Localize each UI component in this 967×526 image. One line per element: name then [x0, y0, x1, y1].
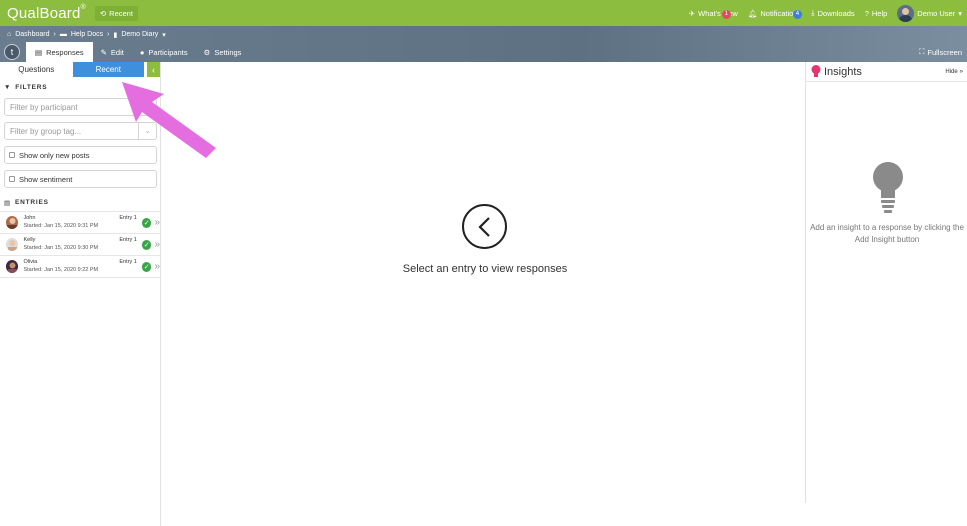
chevron-right-icon: › — [107, 31, 110, 38]
show-sentiment-label: Show sentiment — [19, 174, 73, 184]
insights-empty-message: Add an insight to a response by clicking… — [810, 223, 964, 244]
edit-icon: ✎ — [100, 47, 107, 57]
caret-down-icon: ▾ — [958, 8, 962, 18]
lightbulb-icon — [811, 65, 821, 77]
check-circle-icon: ✓ — [141, 239, 152, 250]
empty-state-message: Select an entry to view responses — [402, 263, 568, 275]
user-avatar — [897, 4, 915, 22]
check-circle-icon: ✓ — [141, 261, 152, 272]
tab-participants[interactable]: ● Participants — [132, 42, 196, 62]
entry-started-date: Started: Jan 15, 2020 9:30 PM — [23, 245, 99, 251]
help-button[interactable]: ? Help — [860, 9, 893, 18]
tab-questions[interactable]: Questions — [0, 62, 73, 77]
double-chevron-right-icon[interactable]: » — [154, 239, 160, 250]
breadcrumb: ⌂ Dashboard › ▬ Help Docs › ▮ Demo Diary… — [7, 29, 166, 40]
entry-label: Entry 1 — [119, 215, 137, 221]
entries-heading-label: ENTRIES — [14, 199, 49, 206]
entry-participant-name: Kelly — [23, 237, 36, 243]
insights-panel: Insights Hide » Add an insight to a resp… — [805, 62, 967, 503]
list-item[interactable]: Kelly Entry 1 Started: Jan 15, 2020 9:30 … — [0, 234, 160, 256]
project-header: ⌂ Dashboard › ▬ Help Docs › ▮ Demo Diary… — [0, 26, 967, 62]
fullscreen-label: Fullscreen — [927, 47, 962, 57]
gear-icon: ⚙ — [203, 47, 211, 57]
tab-responses-label: Responses — [46, 47, 84, 57]
entry-started-date: Started: Jan 15, 2020 9:31 PM — [23, 223, 99, 229]
entry-participant-name: John — [23, 215, 36, 221]
breadcrumb-demo-diary[interactable]: Demo Diary — [121, 31, 158, 38]
history-icon: ⟲ — [99, 8, 107, 18]
breadcrumb-dashboard[interactable]: Dashboard — [15, 31, 49, 38]
entry-started-date: Started: Jan 15, 2020 9:22 PM — [23, 267, 99, 273]
downloads-label: Downloads — [817, 8, 855, 18]
collapse-sidebar-button[interactable]: ‹ — [147, 62, 160, 77]
bell-icon: 🔔︎ — [747, 8, 758, 18]
tab-edit-label: Edit — [110, 47, 124, 57]
avatar — [6, 216, 19, 229]
tab-settings-label: Settings — [214, 47, 242, 57]
filter-icon: ▼ — [4, 84, 12, 91]
tab-edit[interactable]: ✎ Edit — [93, 42, 132, 62]
hide-insights-label: Hide — [945, 68, 958, 75]
checkbox[interactable] — [9, 176, 15, 182]
recent-label: Recent — [109, 8, 133, 18]
avatar — [6, 238, 19, 251]
entries-heading: ▤ ENTRIES — [0, 198, 160, 207]
group-tag-placeholder: Filter by group tag... — [10, 126, 82, 136]
responses-panel: Select an entry to view responses — [161, 62, 805, 526]
user-icon: ● — [139, 47, 145, 57]
show-sentiment-toggle[interactable]: Show sentiment — [4, 170, 157, 188]
notifications-button[interactable]: 🔔︎ Notifications 4 — [743, 8, 806, 19]
entries-list: John Entry 1 Started: Jan 15, 2020 9:31 P… — [0, 211, 160, 278]
whats-new-button[interactable]: ✈ What's New 1 — [684, 8, 743, 19]
recent-button[interactable]: ⟲ Recent — [94, 5, 138, 21]
qualboard-logo[interactable]: QualBoard® — [0, 4, 86, 22]
user-name: Demo User — [917, 8, 956, 18]
whats-new-badge: 1 — [721, 9, 731, 19]
filters-heading-label: FILTERS — [15, 84, 48, 91]
question-circle-icon: ? — [864, 8, 869, 18]
download-icon: ⤓ — [811, 8, 815, 17]
insights-title: Insights — [824, 65, 862, 78]
breadcrumb-help-docs[interactable]: Help Docs — [71, 31, 103, 38]
folder-icon: ▬ — [59, 31, 67, 38]
double-chevron-right-icon[interactable]: » — [154, 217, 160, 228]
user-menu[interactable]: Demo User ▾ — [892, 4, 967, 22]
hide-insights-button[interactable]: Hide » — [945, 69, 963, 75]
double-chevron-right-icon: » — [959, 68, 963, 75]
participant-filter-placeholder: Filter by participant — [10, 102, 78, 112]
tab-settings[interactable]: ⚙ Settings — [196, 42, 250, 62]
app-logo-icon: t — [4, 44, 20, 60]
top-navigation-bar: QualBoard® ⟲ Recent ✈ What's New 1 🔔︎ No… — [0, 0, 967, 26]
double-chevron-right-icon[interactable]: » — [154, 261, 160, 272]
chevron-left-icon: ‹ — [152, 64, 156, 75]
notifications-badge: 4 — [792, 9, 802, 19]
lightbulb-icon — [873, 162, 903, 213]
show-new-posts-label: Show only new posts — [19, 150, 90, 160]
expand-icon: ⛶ — [919, 47, 925, 56]
tab-recent[interactable]: Recent — [72, 62, 145, 77]
comments-icon: ▤ — [35, 47, 43, 57]
tab-responses[interactable]: ▤ Responses — [26, 42, 93, 62]
chevron-right-icon: › — [53, 31, 56, 38]
book-icon: ▤ — [4, 199, 11, 207]
tab-participants-label: Participants — [148, 47, 188, 57]
check-circle-icon: ✓ — [141, 217, 152, 228]
avatar — [6, 260, 19, 273]
entry-label: Entry 1 — [119, 237, 137, 243]
chevron-left-circle-icon — [462, 204, 507, 249]
caret-down-icon: ▾ — [162, 31, 166, 39]
book-icon: ▮ — [113, 31, 118, 39]
checkbox[interactable] — [9, 152, 15, 158]
list-item[interactable]: John Entry 1 Started: Jan 15, 2020 9:31 P… — [0, 212, 160, 234]
entry-label: Entry 1 — [119, 259, 137, 265]
list-item[interactable]: Olivia Entry 1 Started: Jan 15, 2020 9:22… — [0, 256, 160, 278]
chevron-left-icon — [477, 216, 490, 237]
help-label: Help — [871, 8, 888, 18]
downloads-button[interactable]: ⤓ Downloads — [806, 8, 859, 18]
fullscreen-button[interactable]: ⛶ Fullscreen — [919, 47, 962, 57]
whats-new-label: What's New — [698, 8, 738, 18]
home-icon: ⌂ — [7, 31, 12, 38]
megaphone-icon: ✈ — [688, 8, 696, 18]
entry-participant-name: Olivia — [23, 259, 38, 265]
